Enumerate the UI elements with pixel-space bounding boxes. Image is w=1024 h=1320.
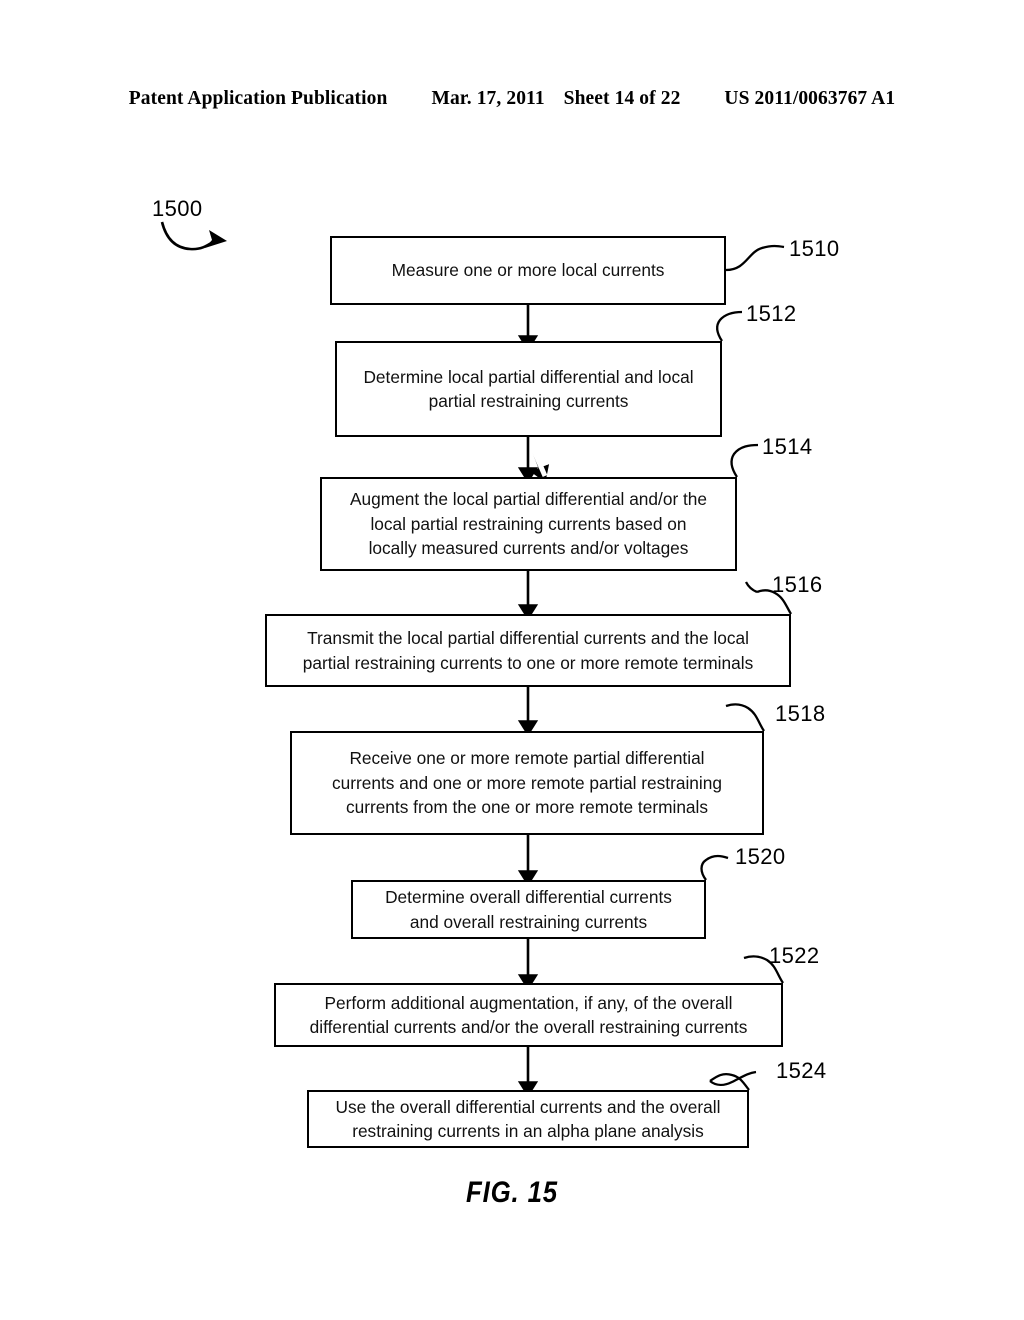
step-transmit-local-partials[interactable]: Transmit the local partial differential … [265, 614, 791, 687]
figure-15-flowchart: 1500 Measure one or more local currents … [0, 0, 1024, 1320]
leader-line-1524b [709, 1070, 757, 1087]
leader-line-1512 [716, 310, 743, 342]
ref-numeral-1520: 1520 [735, 844, 786, 869]
diagram-label-1500: 1500 [152, 196, 203, 221]
ref-numeral-1512: 1512 [746, 301, 797, 326]
step-label: Transmit the local partial differential … [302, 628, 754, 673]
step-determine-local-partials[interactable]: Determine local partial differential and… [335, 341, 722, 437]
leader-line-1510 [725, 244, 785, 272]
step-augment-local-partials[interactable]: Augment the local partial differential a… [320, 477, 737, 571]
step-label: Measure one or more local currents [391, 260, 665, 281]
ref-numeral-1510: 1510 [789, 236, 840, 261]
leader-line-1520 [700, 854, 729, 881]
step-label: Receive one or more remote partial diffe… [332, 748, 722, 818]
ref-numeral-1524: 1524 [776, 1058, 827, 1083]
step-label: Determine local partial differential and… [363, 366, 694, 412]
flow-arrow-1512-1514 [526, 436, 550, 483]
leader-line-1524 [709, 1072, 750, 1091]
step-label: Perform additional augmentation, if any,… [309, 992, 748, 1038]
ref-numeral-1516: 1516 [772, 572, 823, 597]
step-label: Determine overall differential currents … [385, 887, 672, 932]
ref-numeral-1522: 1522 [769, 943, 820, 968]
leader-line-1518 [725, 703, 765, 732]
step-use-in-alpha-plane-analysis[interactable]: Use the overall differential currents an… [307, 1090, 749, 1148]
step-label: Augment the local partial differential a… [349, 489, 708, 559]
ref-numeral-1514: 1514 [762, 434, 813, 459]
step-measure-local-currents[interactable]: Measure one or more local currents [330, 236, 726, 305]
figure-caption: FIG. 15 [465, 1176, 559, 1209]
diagram-label-arrowhead [205, 230, 227, 248]
leader-line-1516b [744, 581, 758, 594]
step-perform-additional-augmentation[interactable]: Perform additional augmentation, if any,… [274, 983, 783, 1047]
leader-line-1514 [730, 443, 759, 478]
diagram-label-pointer [160, 221, 217, 251]
step-receive-remote-partials[interactable]: Receive one or more remote partial diffe… [290, 731, 764, 835]
ref-numeral-1518: 1518 [775, 701, 826, 726]
step-label: Use the overall differential currents an… [335, 1096, 721, 1142]
step-determine-overall-currents[interactable]: Determine overall differential currents … [351, 880, 706, 939]
